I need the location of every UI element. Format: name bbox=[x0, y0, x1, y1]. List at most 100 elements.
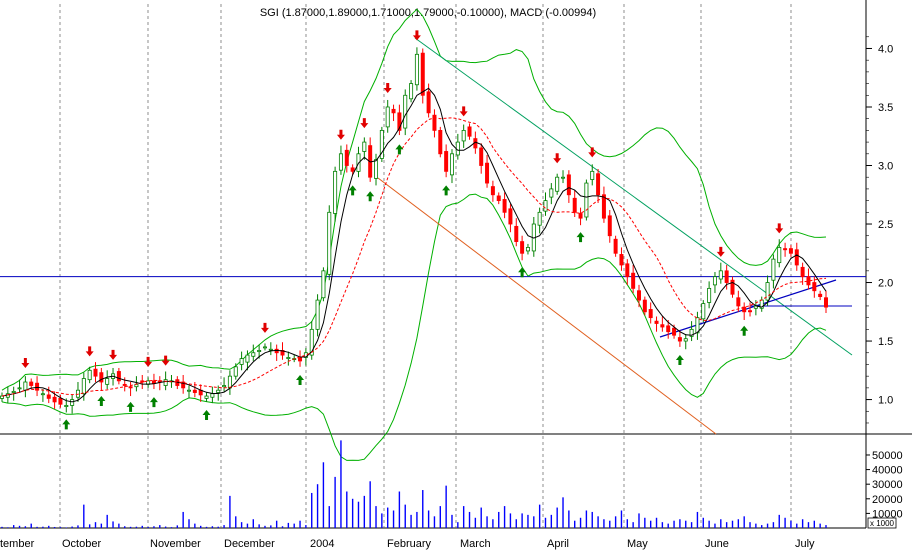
candle-body bbox=[333, 170, 338, 214]
candle-body bbox=[584, 182, 589, 218]
candle-body bbox=[543, 200, 548, 212]
candle-body bbox=[385, 106, 390, 128]
buy-arrow bbox=[740, 325, 749, 336]
sell-arrow bbox=[775, 223, 784, 234]
candle-body bbox=[327, 211, 332, 275]
candle-body bbox=[426, 91, 431, 114]
candle-body bbox=[508, 208, 513, 225]
candle-body bbox=[128, 386, 133, 389]
candle-body bbox=[514, 225, 519, 242]
candle-body bbox=[11, 390, 16, 393]
candle-body bbox=[227, 375, 232, 389]
candle-body bbox=[490, 186, 495, 196]
sell-arrow bbox=[336, 129, 345, 140]
buy-arrow bbox=[62, 419, 71, 430]
candle-body bbox=[707, 287, 712, 303]
buy-arrow bbox=[675, 355, 684, 366]
sma-line bbox=[1, 87, 827, 403]
candle-body bbox=[46, 394, 51, 399]
buy-arrow bbox=[296, 374, 305, 385]
candle-body bbox=[496, 195, 501, 202]
upper-band bbox=[1, 8, 827, 391]
month-label: February bbox=[387, 538, 432, 550]
candle-body bbox=[374, 159, 379, 179]
buy-arrow bbox=[126, 401, 135, 412]
candle-body bbox=[338, 153, 343, 171]
sell-arrow bbox=[144, 356, 153, 367]
candle-body bbox=[619, 254, 624, 266]
candle-body bbox=[344, 149, 349, 166]
candle-body bbox=[163, 379, 168, 386]
candle-body bbox=[23, 381, 28, 391]
candle-body bbox=[607, 215, 612, 237]
candle-body bbox=[502, 199, 507, 213]
month-label: June bbox=[705, 538, 729, 550]
candle-body bbox=[64, 405, 69, 407]
candle-body bbox=[590, 170, 595, 180]
volume-tick-label: 50000 bbox=[872, 450, 903, 462]
candle-body bbox=[403, 94, 408, 129]
candle-body bbox=[222, 385, 227, 388]
candle-body bbox=[677, 337, 682, 342]
candle-body bbox=[298, 357, 303, 362]
candle-body bbox=[537, 211, 542, 226]
candle-body bbox=[736, 297, 741, 307]
candle-body bbox=[566, 174, 571, 196]
bollinger-bands bbox=[1, 8, 827, 461]
sell-arrow bbox=[553, 153, 562, 164]
candle-body bbox=[262, 346, 267, 349]
sell-arrow bbox=[588, 147, 597, 158]
candle-body bbox=[578, 213, 583, 219]
candle-body bbox=[58, 398, 63, 405]
sell-arrow bbox=[109, 349, 118, 360]
candle-body bbox=[783, 248, 788, 251]
candle-body bbox=[391, 108, 396, 114]
candle-body bbox=[116, 371, 121, 382]
candle-body bbox=[672, 327, 677, 336]
candle-body bbox=[485, 162, 490, 184]
candle-body bbox=[257, 350, 262, 352]
candle-body bbox=[479, 147, 484, 166]
candle-body bbox=[461, 129, 466, 142]
candle-body bbox=[93, 368, 98, 377]
candle-body bbox=[70, 399, 75, 406]
candle-body bbox=[613, 238, 618, 254]
candle-body bbox=[525, 247, 530, 252]
candle-body bbox=[824, 297, 828, 308]
sell-arrow bbox=[459, 106, 468, 117]
candle-body bbox=[654, 320, 659, 324]
month-label: November bbox=[150, 538, 201, 550]
price-tick-label: 1.5 bbox=[878, 336, 893, 348]
sell-arrow bbox=[21, 358, 30, 369]
grid bbox=[0, 4, 866, 528]
price-tick-label: 3.0 bbox=[878, 161, 893, 173]
buy-arrow bbox=[442, 185, 451, 196]
candle-body bbox=[449, 153, 454, 176]
candle-body bbox=[52, 396, 57, 403]
sell-arrow bbox=[85, 346, 94, 357]
sell-arrow bbox=[412, 30, 421, 41]
candle-body bbox=[251, 352, 256, 357]
buy-arrow bbox=[202, 410, 211, 421]
candle-body bbox=[642, 299, 647, 313]
price-tick-label: 2.5 bbox=[878, 219, 893, 231]
candle-body bbox=[467, 126, 472, 137]
candle-body bbox=[812, 282, 817, 292]
volume-bars bbox=[1, 440, 827, 528]
candle-body bbox=[274, 348, 279, 354]
chart-title: SGI (1.87000,1.89000,1.71000,1.79000,-0.… bbox=[260, 7, 596, 19]
buy-arrow bbox=[348, 185, 357, 196]
candle-body bbox=[666, 325, 671, 333]
candle-body bbox=[321, 270, 326, 299]
candle-body bbox=[771, 258, 776, 281]
buy-arrow bbox=[149, 397, 158, 408]
month-label: July bbox=[795, 538, 815, 550]
candle-body bbox=[748, 310, 753, 313]
candle-body bbox=[683, 338, 688, 342]
candle-body bbox=[572, 197, 577, 213]
price-panel bbox=[0, 0, 866, 434]
candle-body bbox=[362, 141, 367, 152]
volume-multiplier-label: x 1000 bbox=[870, 519, 895, 528]
sell-arrow bbox=[383, 82, 392, 93]
month-label: 2004 bbox=[310, 538, 334, 550]
